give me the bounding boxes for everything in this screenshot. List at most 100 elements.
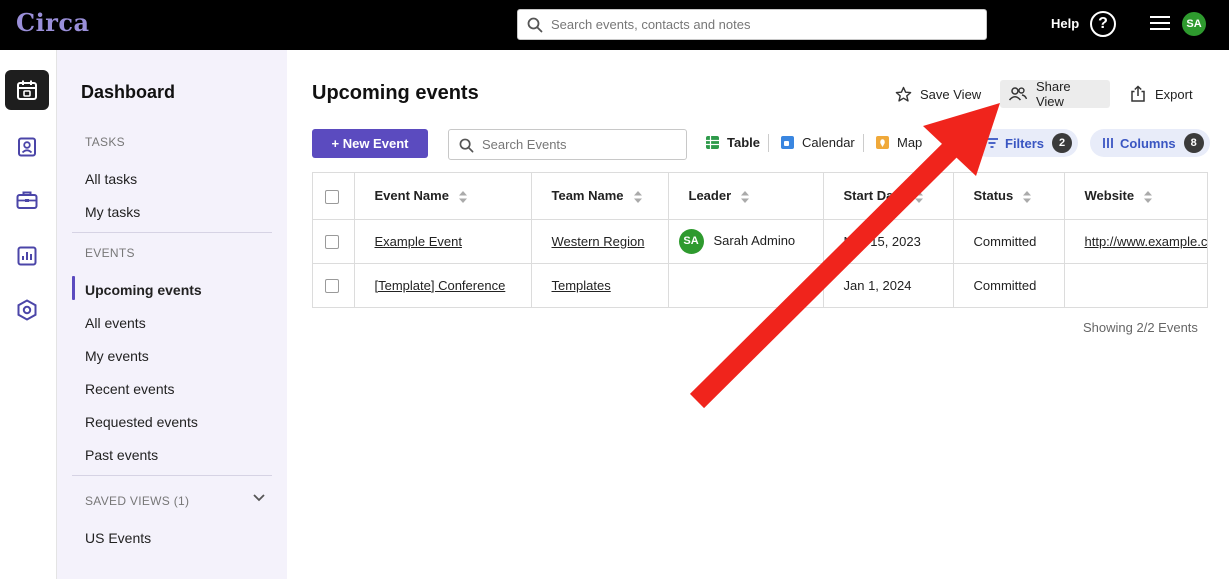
rail-briefcase-button[interactable] xyxy=(5,180,49,220)
table-row[interactable]: Example Event Western Region SA Sarah Adm… xyxy=(313,219,1208,264)
sidebar-item-requested-events[interactable]: Requested events xyxy=(85,414,198,430)
events-count-text: Showing 2/2 Events xyxy=(1083,320,1198,335)
help-link[interactable]: Help xyxy=(1051,16,1079,31)
sidebar-item-my-events[interactable]: My events xyxy=(85,348,149,364)
rail-calendar-button[interactable] xyxy=(5,70,49,110)
column-header-team-name[interactable]: Team Name xyxy=(531,173,669,220)
cell-status: Committed xyxy=(953,263,1065,307)
rail-contacts-button[interactable] xyxy=(5,127,49,167)
sidebar-item-all-events[interactable]: All events xyxy=(85,315,146,331)
map-pin-icon xyxy=(876,135,889,149)
event-name-link[interactable]: [Template] Conference xyxy=(375,278,506,293)
filters-button[interactable]: Filters 2 xyxy=(973,129,1079,157)
save-view-button[interactable]: Save View xyxy=(887,80,989,108)
contact-card-icon xyxy=(18,137,36,157)
briefcase-icon xyxy=(16,191,38,209)
sidebar-item-my-tasks[interactable]: My tasks xyxy=(85,204,140,220)
cell-leader: SA Sarah Admino xyxy=(668,219,824,264)
columns-icon xyxy=(1103,138,1113,148)
cell-status: Committed xyxy=(953,219,1065,264)
cell-leader xyxy=(668,263,824,307)
main-content: Upcoming events Save View Share View Exp… xyxy=(287,50,1229,579)
table-row[interactable]: [Template] Conference Templates Jan 1, 2… xyxy=(313,263,1207,307)
sort-icon[interactable] xyxy=(1144,190,1153,203)
sidebar-section-saved-views[interactable]: SAVED VIEWS (1) xyxy=(85,494,189,508)
new-event-button[interactable]: + New Event xyxy=(312,129,428,158)
cell-start-date: Nov 15, 2023 xyxy=(823,219,954,264)
filter-lines-icon xyxy=(986,138,998,148)
team-name-link[interactable]: Western Region xyxy=(552,234,645,249)
share-view-button[interactable]: Share View xyxy=(1000,79,1110,109)
filters-label: Filters xyxy=(1005,135,1045,151)
dashboard-sidebar: Dashboard TASKS All tasks My tasks EVENT… xyxy=(57,50,287,579)
tab-table[interactable]: Table xyxy=(705,131,760,153)
events-search-input[interactable] xyxy=(482,130,682,159)
row-checkbox[interactable] xyxy=(325,278,339,293)
sort-icon[interactable] xyxy=(914,190,923,203)
website-link[interactable]: http://www.example.com xyxy=(1085,234,1208,249)
tab-calendar[interactable]: Calendar xyxy=(780,131,855,153)
team-name-link[interactable]: Templates xyxy=(552,278,611,293)
tab-map-label: Map xyxy=(897,134,923,150)
view-tab-divider xyxy=(768,134,769,152)
calendar-tab-icon xyxy=(781,135,794,149)
people-icon xyxy=(1008,87,1028,101)
column-header-leader[interactable]: Leader xyxy=(668,173,824,220)
export-icon xyxy=(1131,85,1145,102)
sidebar-divider xyxy=(72,232,272,233)
events-table: Event Name Team Name Leader Start Date S… xyxy=(312,172,1208,308)
table-grid-icon xyxy=(706,135,719,149)
sidebar-item-upcoming-events[interactable]: Upcoming events xyxy=(85,282,202,298)
sort-icon[interactable] xyxy=(633,190,642,203)
event-name-link[interactable]: Example Event xyxy=(375,234,462,249)
column-header-event-name[interactable]: Event Name xyxy=(354,173,532,220)
sidebar-active-indicator xyxy=(72,276,75,300)
export-label: Export xyxy=(1155,86,1193,102)
bar-chart-icon xyxy=(17,246,37,266)
calendar-icon xyxy=(17,80,37,100)
events-search-box[interactable] xyxy=(448,129,687,160)
column-header-start-date[interactable]: Start Date xyxy=(823,173,954,220)
cell-website xyxy=(1064,263,1207,307)
view-tab-divider xyxy=(863,134,864,152)
star-icon xyxy=(895,86,912,102)
cell-team-name: Western Region xyxy=(531,219,669,264)
user-avatar[interactable]: SA xyxy=(1182,12,1206,36)
columns-label: Columns xyxy=(1120,135,1176,151)
rail-reports-button[interactable] xyxy=(5,236,49,276)
tab-table-label: Table xyxy=(727,134,760,150)
icon-rail xyxy=(0,50,57,579)
tab-map[interactable]: Map xyxy=(875,131,922,153)
sort-icon[interactable] xyxy=(458,190,467,203)
sort-icon[interactable] xyxy=(741,190,750,203)
column-header-status[interactable]: Status xyxy=(953,173,1065,220)
row-select-cell xyxy=(313,263,355,307)
column-header-website[interactable]: Website xyxy=(1064,173,1207,220)
sidebar-divider xyxy=(72,475,272,476)
tab-calendar-label: Calendar xyxy=(802,134,855,150)
row-checkbox[interactable] xyxy=(325,234,339,249)
columns-button[interactable]: Columns 8 xyxy=(1090,129,1210,157)
sidebar-section-tasks: TASKS xyxy=(85,135,125,149)
rail-settings-button[interactable] xyxy=(5,290,49,330)
app-logo[interactable]: Circa xyxy=(16,8,90,37)
global-search-box[interactable] xyxy=(517,9,987,40)
table-header-row: Event Name Team Name Leader Start Date S… xyxy=(313,173,1207,220)
sort-icon[interactable] xyxy=(1023,190,1032,203)
cell-website: http://www.example.com xyxy=(1064,219,1208,264)
cell-start-date: Jan 1, 2024 xyxy=(823,263,954,307)
sidebar-item-past-events[interactable]: Past events xyxy=(85,447,158,463)
export-button[interactable]: Export xyxy=(1121,80,1201,108)
search-icon xyxy=(459,138,474,153)
cell-event-name: [Template] Conference xyxy=(354,263,532,307)
columns-count-badge: 8 xyxy=(1183,133,1204,153)
sidebar-item-all-tasks[interactable]: All tasks xyxy=(85,171,137,187)
chevron-down-icon[interactable] xyxy=(252,493,266,503)
sidebar-item-recent-events[interactable]: Recent events xyxy=(85,381,175,397)
sidebar-item-us-events[interactable]: US Events xyxy=(85,530,151,546)
global-search-input[interactable] xyxy=(551,10,981,39)
select-all-checkbox[interactable] xyxy=(325,189,339,204)
help-icon[interactable]: ? xyxy=(1090,11,1116,37)
page-title: Upcoming events xyxy=(312,82,479,104)
hamburger-menu-icon[interactable] xyxy=(1150,16,1170,32)
